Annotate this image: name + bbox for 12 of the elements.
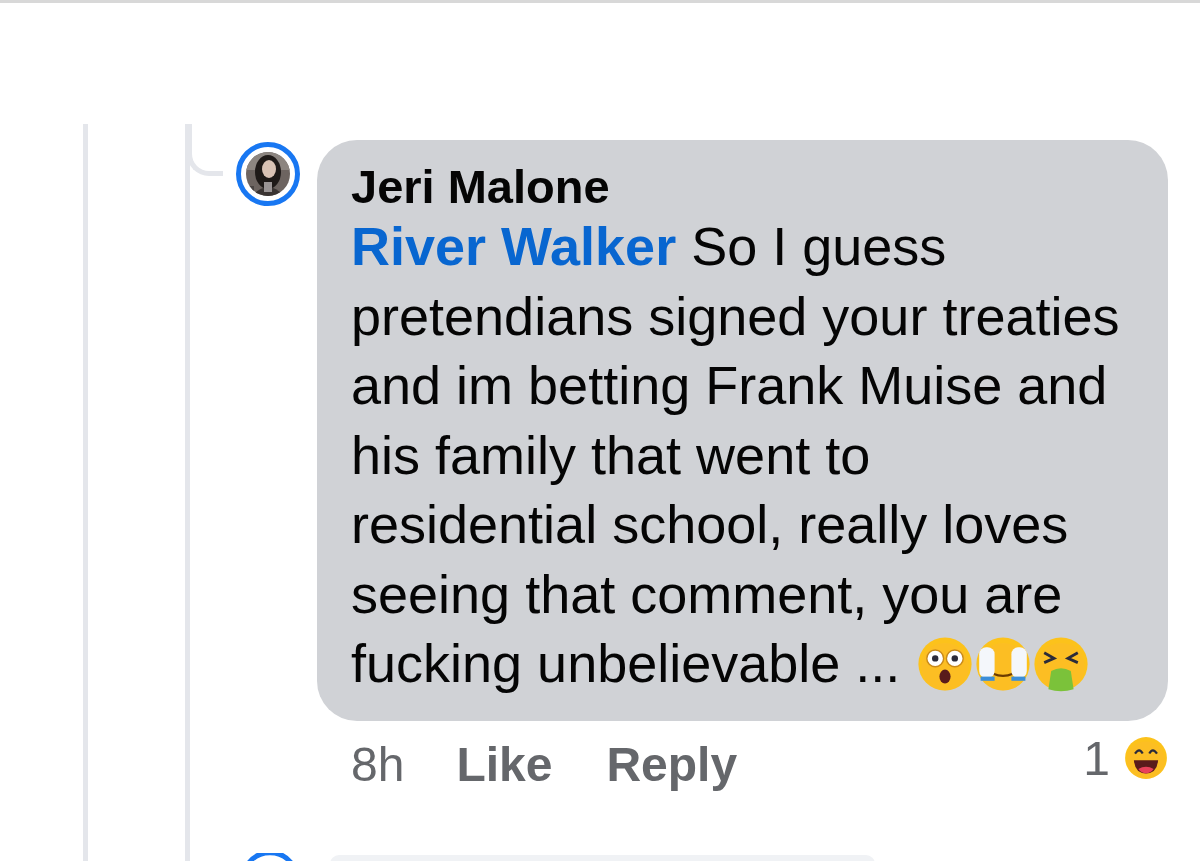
timestamp[interactable]: 8h [351,736,405,792]
author-name[interactable]: Jeri Malone [351,162,1138,212]
reply-button[interactable]: Reply [606,736,738,792]
laughing-emoji-icon[interactable] [1124,736,1168,780]
comment-text: River Walker So I guess pretendians signed your treaties and im betting Frank Muise and his family that went to residential school, really loves seeing that comment, you are fucking unbelievable ... [351,215,1121,695]
astonished-emoji-icon [917,636,974,692]
avatar-ring[interactable] [236,142,300,206]
hands-over-eyes-emoji-icon [975,636,1032,692]
vomiting-emoji-icon [1033,636,1090,692]
like-button[interactable]: Like [456,736,553,792]
mention-link[interactable]: River Walker [351,216,677,276]
reaction-count[interactable]: 1 [1083,730,1110,786]
